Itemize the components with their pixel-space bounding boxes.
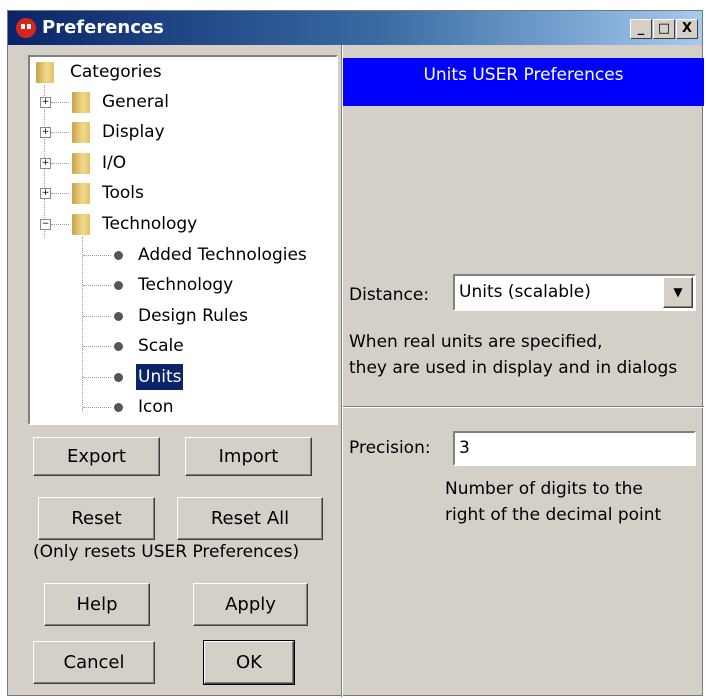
- close-button[interactable]: X: [676, 19, 698, 39]
- tree-item-label: Design Rules: [138, 306, 248, 326]
- import-button[interactable]: Import: [185, 437, 312, 476]
- reset-button[interactable]: Reset: [38, 497, 155, 540]
- expand-icon[interactable]: +: [40, 97, 51, 108]
- bullet-icon: [114, 373, 123, 382]
- expand-icon[interactable]: +: [40, 188, 51, 199]
- folder-icon: [36, 62, 54, 83]
- tree-item-label: Icon: [138, 397, 174, 417]
- cancel-button[interactable]: Cancel: [33, 641, 155, 684]
- distance-select[interactable]: Units (scalable) ▼: [453, 274, 696, 311]
- help-button[interactable]: Help: [44, 583, 150, 626]
- maximize-button[interactable]: □: [653, 19, 675, 39]
- chevron-down-icon[interactable]: ▼: [663, 277, 693, 308]
- title-bar[interactable]: Preferences _ □ X: [8, 11, 702, 45]
- tree-folder-label: Technology: [102, 214, 198, 234]
- tree-item-label: Technology: [138, 275, 234, 295]
- tree-folder-io[interactable]: + I/O: [30, 150, 330, 176]
- ok-button[interactable]: OK: [203, 640, 295, 685]
- tree-folder-label: Display: [102, 122, 165, 142]
- tree-folder-display[interactable]: + Display: [30, 119, 330, 145]
- folder-icon: [72, 92, 90, 113]
- precision-note-line2: right of the decimal point: [445, 505, 662, 525]
- tree-folder-label: General: [102, 92, 169, 112]
- folder-icon: [72, 153, 90, 174]
- tree-item-icon[interactable]: Icon: [30, 394, 330, 420]
- preferences-window: Preferences _ □ X Categories + General +…: [7, 10, 704, 697]
- distance-label: Distance:: [349, 285, 430, 305]
- tree-folder-general[interactable]: + General: [30, 89, 330, 115]
- precision-label: Precision:: [349, 438, 431, 458]
- panel-header: Units USER Preferences: [343, 58, 704, 106]
- bullet-icon: [114, 251, 123, 260]
- window-title: Preferences: [42, 17, 164, 38]
- minimize-button[interactable]: _: [630, 19, 652, 39]
- tree-item-units[interactable]: Units: [30, 364, 330, 390]
- tree-item-technology[interactable]: Technology: [30, 272, 330, 298]
- folder-icon: [72, 214, 90, 235]
- collapse-icon[interactable]: −: [40, 219, 51, 230]
- export-button[interactable]: Export: [33, 437, 160, 476]
- tree-folder-technology[interactable]: − Technology: [30, 211, 330, 237]
- category-tree[interactable]: Categories + General + Display + I/O + T…: [28, 55, 338, 425]
- reset-all-button[interactable]: Reset All: [177, 497, 323, 540]
- panel-divider: [341, 45, 343, 697]
- tree-folder-tools[interactable]: + Tools: [30, 180, 330, 206]
- tree-item-label: Added Technologies: [138, 245, 307, 265]
- maximize-icon: □: [657, 21, 671, 36]
- app-icon: [16, 18, 36, 38]
- bullet-icon: [114, 281, 123, 290]
- tree-root-label: Categories: [70, 62, 162, 82]
- distance-value: Units (scalable): [459, 282, 591, 302]
- tree-item-label: Scale: [138, 336, 184, 356]
- close-icon: X: [681, 21, 693, 36]
- tree-item-scale[interactable]: Scale: [30, 333, 330, 359]
- minimize-icon: _: [637, 21, 645, 36]
- tree-item-design-rules[interactable]: Design Rules: [30, 303, 330, 329]
- expand-icon[interactable]: +: [40, 158, 51, 169]
- folder-icon: [72, 122, 90, 143]
- expand-icon[interactable]: +: [40, 127, 51, 138]
- distance-note-line1: When real units are specified,: [349, 332, 603, 352]
- tree-item-added-technologies[interactable]: Added Technologies: [30, 242, 330, 268]
- tree-item-label-selected: Units: [136, 364, 184, 390]
- folder-icon: [72, 183, 90, 204]
- bullet-icon: [114, 342, 123, 351]
- bullet-icon: [114, 403, 123, 412]
- apply-button[interactable]: Apply: [193, 583, 308, 626]
- precision-input[interactable]: 3: [453, 431, 696, 466]
- tree-folder-label: I/O: [102, 153, 127, 173]
- bullet-icon: [114, 312, 123, 321]
- section-separator: [343, 406, 704, 408]
- distance-note-line2: they are used in display and in dialogs: [349, 358, 678, 378]
- reset-note: (Only resets USER Preferences): [33, 542, 300, 562]
- precision-note-line1: Number of digits to the: [445, 479, 643, 499]
- tree-folder-label: Tools: [102, 183, 144, 203]
